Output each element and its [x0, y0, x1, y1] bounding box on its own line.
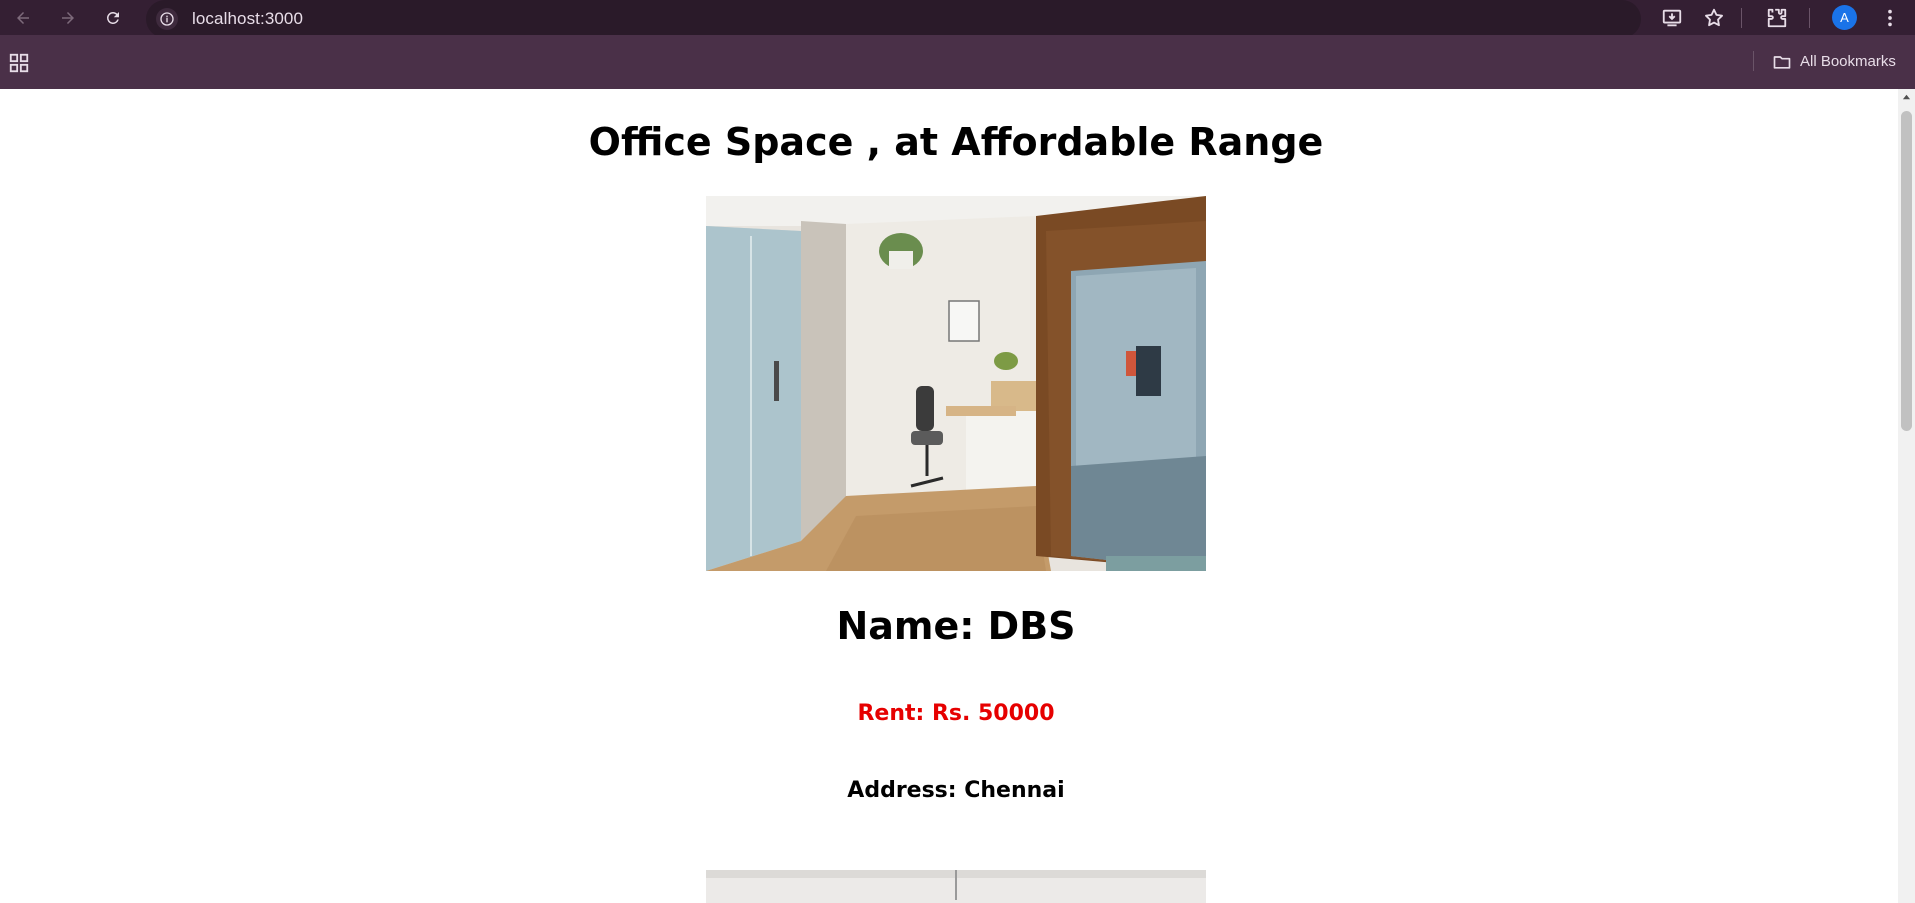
scroll-up-arrow[interactable] — [1898, 89, 1915, 106]
extensions-icon — [1767, 8, 1787, 28]
forward-arrow-icon — [62, 12, 74, 24]
more-vert-icon — [1888, 9, 1892, 27]
url-text[interactable]: localhost:3000 — [192, 9, 303, 29]
listing-address: Address: Chennai — [847, 778, 1065, 803]
star-icon — [1705, 8, 1723, 27]
reload-button[interactable] — [100, 5, 126, 31]
install-app-icon — [1662, 9, 1682, 27]
office-photo — [706, 196, 1206, 571]
apps-button[interactable] — [8, 52, 30, 74]
all-bookmarks-button[interactable]: All Bookmarks — [1772, 52, 1896, 72]
browser-toolbar: localhost:3000 A — [0, 0, 1915, 38]
bookmark-star-button[interactable] — [1702, 6, 1726, 30]
info-icon — [160, 12, 174, 26]
address-bar[interactable]: localhost:3000 — [146, 0, 1641, 38]
extensions-button[interactable] — [1765, 6, 1789, 30]
reload-icon — [106, 11, 119, 24]
toolbar-separator — [1741, 8, 1742, 28]
page-content: Office Space , at Affordable Range Name:… — [0, 89, 1898, 903]
bookmarks-separator — [1753, 51, 1754, 71]
all-bookmarks-label: All Bookmarks — [1800, 53, 1896, 70]
page-scrollbar[interactable] — [1898, 89, 1915, 903]
office-photo-2 — [706, 870, 1206, 903]
toolbar-separator — [1809, 8, 1810, 28]
folder-icon — [1773, 56, 1791, 69]
apps-grid-icon — [9, 53, 29, 73]
page-title: Office Space , at Affordable Range — [588, 120, 1324, 164]
back-arrow-icon — [17, 12, 29, 24]
profile-avatar[interactable]: A — [1832, 5, 1857, 30]
back-button[interactable] — [10, 5, 36, 31]
install-app-button[interactable] — [1660, 6, 1684, 30]
menu-button[interactable] — [1878, 6, 1902, 30]
site-info-button[interactable] — [156, 8, 178, 30]
listing-rent: Rent: Rs. 50000 — [857, 701, 1055, 726]
bookmarks-bar — [0, 35, 1915, 89]
listing-name: Name: DBS — [836, 604, 1076, 648]
forward-button[interactable] — [55, 5, 81, 31]
scroll-thumb[interactable] — [1901, 111, 1912, 431]
